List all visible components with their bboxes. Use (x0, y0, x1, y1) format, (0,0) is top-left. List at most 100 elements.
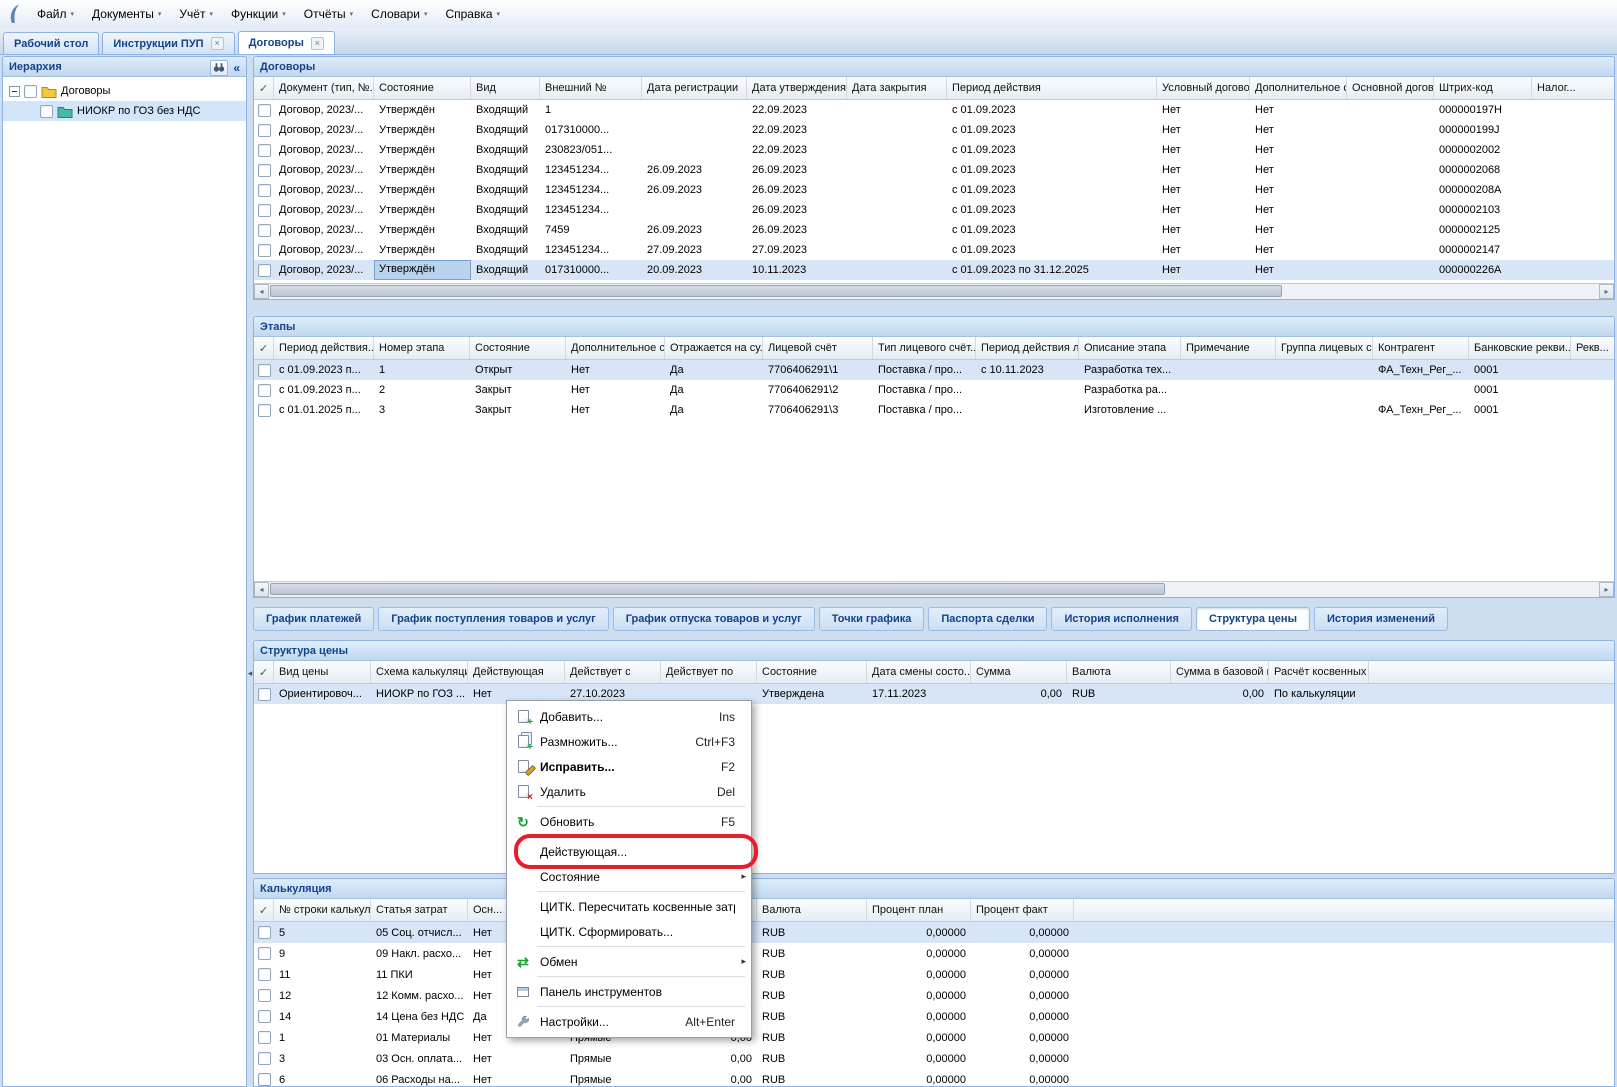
column-header[interactable]: ✓ (254, 77, 274, 99)
row-checkbox[interactable] (258, 124, 271, 137)
column-header[interactable]: Дополнительное с... (566, 337, 665, 359)
column-header[interactable]: ✓ (254, 337, 274, 359)
find-icon[interactable] (210, 60, 228, 76)
table-row[interactable]: Договор, 2023/...УтверждёнВходящий017310… (254, 120, 1614, 140)
table-row[interactable]: 505 Соц. отчисл...НетRUB0,000000,00000 (254, 922, 1614, 943)
table-row[interactable]: 1414 Цена без НДСДаRUB0,000000,00000 (254, 1006, 1614, 1027)
column-header[interactable]: Вид (471, 77, 540, 99)
scroll-left-icon[interactable]: ◂ (254, 582, 269, 597)
column-header[interactable]: ✓ (254, 661, 274, 683)
scrollbar-thumb[interactable] (270, 583, 1165, 595)
detail-tab[interactable]: График отпуска товаров и услуг (613, 607, 815, 631)
column-header[interactable]: Сумма в базовой в... (1171, 661, 1269, 683)
menubar-item[interactable]: Файл▾ (28, 3, 83, 25)
row-checkbox[interactable] (258, 244, 271, 257)
row-checkbox[interactable] (258, 947, 271, 960)
stages-horizontal-scrollbar[interactable]: ◂ ▸ (254, 581, 1614, 597)
column-header[interactable]: Валюта (757, 899, 867, 921)
column-header[interactable]: Условный договор (1157, 77, 1250, 99)
detail-tab[interactable]: Точки графика (819, 607, 925, 631)
table-row[interactable]: 1111 ПКИНетRUB0,000000,00000 (254, 964, 1614, 985)
column-header[interactable]: Дата утверждения (747, 77, 847, 99)
row-checkbox[interactable] (258, 1073, 271, 1086)
menubar-item[interactable]: Справка▾ (436, 3, 509, 25)
tree-checkbox[interactable] (40, 105, 53, 118)
column-header[interactable]: Схема калькуляци... (371, 661, 468, 683)
column-header[interactable]: Действует по (661, 661, 757, 683)
tree-item[interactable]: Договоры (3, 81, 246, 101)
collapse-panel-icon[interactable]: « (233, 62, 240, 74)
table-row[interactable]: 606 Расходы на...НетПрямые0,00RUB0,00000… (254, 1069, 1614, 1086)
column-header[interactable]: № строки калькул... (274, 899, 371, 921)
column-header[interactable]: Примечание (1181, 337, 1276, 359)
row-checkbox[interactable] (258, 184, 271, 197)
column-header[interactable]: Лицевой счёт (763, 337, 873, 359)
menubar-item[interactable]: Отчёты▾ (295, 3, 362, 25)
column-header[interactable]: Период действия л... (976, 337, 1079, 359)
column-header[interactable]: Тип лицевого счёт... (873, 337, 976, 359)
column-header[interactable]: Процент план (867, 899, 971, 921)
table-row[interactable]: Договор, 2023/...УтверждёнВходящий123451… (254, 240, 1614, 260)
table-row[interactable]: 303 Осн. оплата...НетПрямые0,00RUB0,0000… (254, 1048, 1614, 1069)
row-checkbox[interactable] (258, 104, 271, 117)
tab-close-icon[interactable]: × (211, 37, 224, 50)
detail-tab[interactable]: История изменений (1314, 607, 1448, 631)
row-checkbox[interactable] (258, 688, 271, 701)
context-menu-item[interactable]: Настройки...Alt+Enter (507, 1009, 751, 1034)
column-header[interactable]: Номер этапа (374, 337, 470, 359)
row-checkbox[interactable] (258, 968, 271, 981)
column-header[interactable]: Действующая (468, 661, 565, 683)
column-header[interactable]: Процент факт (971, 899, 1074, 921)
column-header[interactable]: Расчёт косвенных (1269, 661, 1369, 683)
tab-close-icon[interactable]: × (311, 37, 324, 50)
row-checkbox[interactable] (258, 164, 271, 177)
column-header[interactable]: Дата смены состо... (867, 661, 971, 683)
column-header[interactable]: Период действия (947, 77, 1157, 99)
column-header[interactable]: Статья затрат (371, 899, 468, 921)
scrollbar-thumb[interactable] (270, 285, 1282, 297)
context-menu-item[interactable]: Исправить...F2 (507, 754, 751, 779)
scroll-right-icon[interactable]: ▸ (1599, 582, 1614, 597)
row-checkbox[interactable] (258, 364, 271, 377)
tab[interactable]: Рабочий стол (3, 32, 99, 54)
column-header[interactable]: Описание этапа (1079, 337, 1181, 359)
row-checkbox[interactable] (258, 1010, 271, 1023)
row-checkbox[interactable] (258, 926, 271, 939)
context-menu-item[interactable]: ×УдалитьDel (507, 779, 751, 804)
row-checkbox[interactable] (258, 204, 271, 217)
row-checkbox[interactable] (258, 224, 271, 237)
context-menu-item[interactable]: ⇄Обмен▸ (507, 949, 751, 974)
tab[interactable]: Договоры× (238, 31, 335, 54)
column-header[interactable]: Основной договор (1347, 77, 1434, 99)
detail-tab[interactable]: График платежей (253, 607, 374, 631)
table-row[interactable]: 1212 Комм. расхо...НетRUB0,000000,00000 (254, 985, 1614, 1006)
context-menu-item[interactable]: +Размножить...Ctrl+F3 (507, 729, 751, 754)
table-row[interactable]: Договор, 2023/...УтверждёнВходящий745926… (254, 220, 1614, 240)
context-menu-item[interactable]: ЦИТК. Пересчитать косвенные затраты... (507, 894, 751, 919)
row-checkbox[interactable] (258, 1031, 271, 1044)
column-header[interactable]: Налог... (1532, 77, 1614, 99)
column-header[interactable]: Дополнительное с... (1250, 77, 1347, 99)
scroll-left-icon[interactable]: ◂ (254, 284, 269, 299)
table-row[interactable]: Договор, 2023/...УтверждёнВходящий017310… (254, 260, 1614, 280)
menubar-item[interactable]: Документы▾ (83, 3, 170, 25)
column-header[interactable]: Состояние (374, 77, 471, 99)
column-header[interactable]: Состояние (470, 337, 566, 359)
column-header[interactable]: Состояние (757, 661, 867, 683)
table-row[interactable]: Договор, 2023/...УтверждёнВходящий123451… (254, 200, 1614, 220)
context-menu-item[interactable]: Состояние▸ (507, 864, 751, 889)
table-row[interactable]: Ориентировоч...НИОКР по ГОЗ ...Нет27.10.… (254, 684, 1614, 704)
context-menu-item[interactable]: ЦИТК. Сформировать... (507, 919, 751, 944)
column-header[interactable]: Банковские рекви... (1469, 337, 1571, 359)
tab[interactable]: Инструкции ПУП× (102, 32, 234, 54)
column-header[interactable]: Штрих-код (1434, 77, 1532, 99)
row-checkbox[interactable] (258, 384, 271, 397)
column-header[interactable]: Отражается на су... (665, 337, 763, 359)
scroll-right-icon[interactable]: ▸ (1599, 284, 1614, 299)
table-row[interactable]: с 01.01.2025 п...3ЗакрытНетДа7706406291\… (254, 400, 1614, 420)
tree-expander-icon[interactable] (9, 86, 20, 97)
menubar-item[interactable]: Учёт▾ (170, 3, 222, 25)
table-row[interactable]: с 01.09.2023 п...1ОткрытНетДа7706406291\… (254, 360, 1614, 380)
table-row[interactable]: Договор, 2023/...УтверждёнВходящий123451… (254, 180, 1614, 200)
column-header[interactable]: Валюта (1067, 661, 1171, 683)
